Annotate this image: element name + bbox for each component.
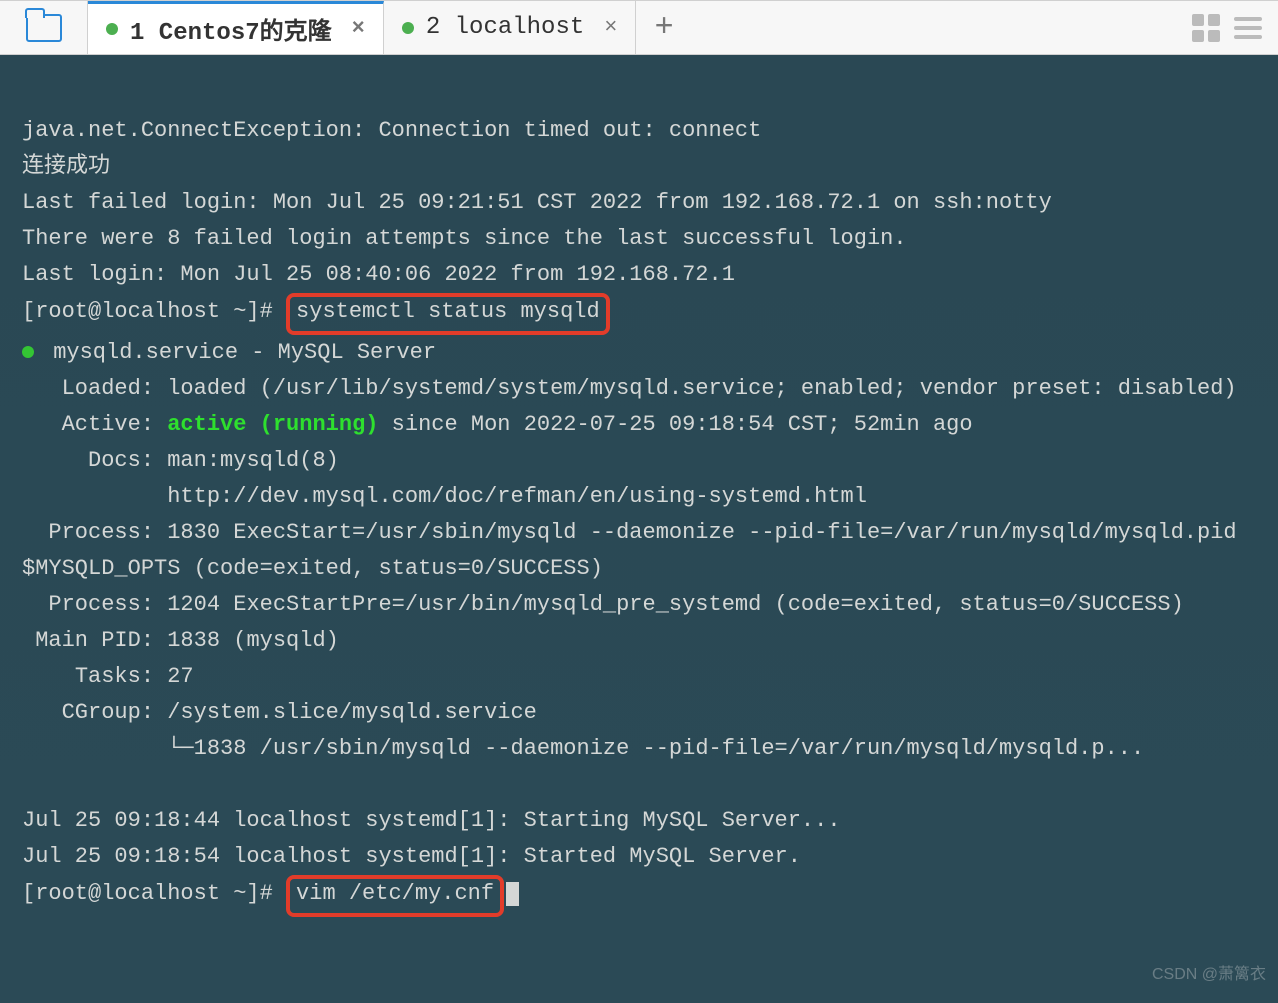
menu-icon[interactable]: [1234, 17, 1262, 39]
output-line: Loaded: loaded (/usr/lib/systemd/system/…: [22, 376, 1237, 401]
status-dot-icon: [402, 22, 414, 34]
output-line: CGroup: /system.slice/mysqld.service: [22, 700, 537, 725]
output-line: Jul 25 09:18:54 localhost systemd[1]: St…: [22, 844, 801, 869]
output-line: Main PID: 1838 (mysqld): [22, 628, 339, 653]
cursor-icon: [506, 882, 519, 906]
output-line: └─1838 /usr/sbin/mysqld --daemonize --pi…: [22, 736, 1144, 761]
highlight-box: systemctl status mysqld: [286, 293, 610, 335]
output-line: Process: 1830 ExecStart=/usr/sbin/mysqld…: [22, 520, 1250, 581]
grid-view-icon[interactable]: [1192, 14, 1220, 42]
output-line: Last login: Mon Jul 25 08:40:06 2022 fro…: [22, 262, 735, 287]
output-line: There were 8 failed login attempts since…: [22, 226, 907, 251]
tab-label: 1 Centos7的克隆: [130, 11, 332, 47]
bullet-icon: [22, 346, 34, 358]
terminal-output: java.net.ConnectException: Connection ti…: [22, 113, 1260, 917]
close-icon[interactable]: ×: [604, 15, 617, 40]
close-icon[interactable]: ×: [352, 16, 365, 41]
status-dot-icon: [106, 23, 118, 35]
terminal-pane[interactable]: java.net.ConnectException: Connection ti…: [0, 55, 1278, 1003]
output-line: Docs: man:mysqld(8): [22, 448, 339, 473]
command: vim /etc/my.cnf: [296, 881, 494, 906]
output-line: 连接成功: [22, 154, 110, 179]
command: systemctl status mysqld: [296, 299, 600, 324]
tab-2[interactable]: 2 localhost ×: [384, 1, 637, 54]
output-line: Active:: [22, 412, 167, 437]
output-line: Last failed login: Mon Jul 25 09:21:51 C…: [22, 190, 1052, 215]
output-line: Process: 1204 ExecStartPre=/usr/bin/mysq…: [22, 592, 1184, 617]
tab-label: 2 localhost: [426, 14, 584, 41]
output-line: http://dev.mysql.com/doc/refman/en/using…: [22, 484, 867, 509]
new-tab-button[interactable]: +: [636, 9, 691, 46]
output-line: since Mon 2022-07-25 09:18:54 CST; 52min…: [378, 412, 972, 437]
output-line: Jul 25 09:18:44 localhost systemd[1]: St…: [22, 808, 841, 833]
tab-bar: 1 Centos7的克隆 × 2 localhost × +: [0, 0, 1278, 55]
folder-icon: [26, 14, 62, 42]
toolbar-right: [1192, 14, 1278, 42]
prompt: [root@localhost ~]#: [22, 299, 286, 324]
folder-button[interactable]: [0, 1, 88, 54]
output-line: mysqld.service - MySQL Server: [40, 340, 436, 365]
service-status: active (running): [167, 412, 378, 437]
output-line: Tasks: 27: [22, 664, 194, 689]
tab-1[interactable]: 1 Centos7的克隆 ×: [88, 1, 384, 54]
watermark: CSDN @萧篱衣: [1152, 957, 1266, 993]
highlight-box: vim /etc/my.cnf: [286, 875, 504, 917]
output-line: java.net.ConnectException: Connection ti…: [22, 118, 761, 143]
prompt: [root@localhost ~]#: [22, 881, 286, 906]
